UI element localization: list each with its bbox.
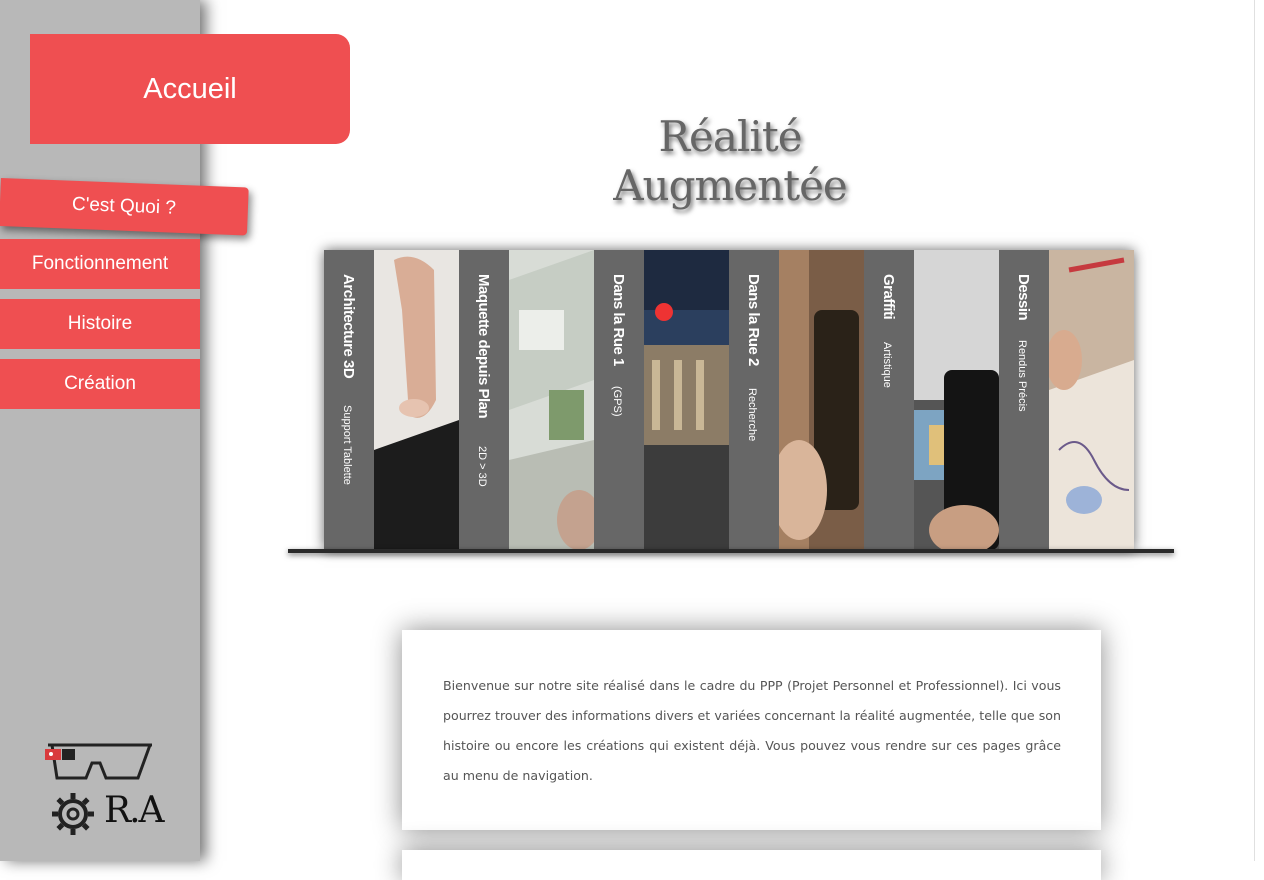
carousel-shelf	[288, 549, 1174, 553]
slide-title: Dessin	[1015, 274, 1032, 321]
slide-maquette-depuis-plan[interactable]: Maquette depuis Plan 2D > 3D	[459, 250, 594, 550]
slide-title: Dans la Rue 1	[610, 274, 627, 366]
carousel: Architecture 3D Support Tablette Maquett…	[324, 250, 1134, 550]
slide-title: Architecture 3D	[340, 274, 357, 379]
nav-fonctionnement[interactable]: Fonctionnement	[0, 239, 200, 289]
slide-graffiti[interactable]: Graffiti Artistique	[864, 250, 999, 550]
slide-image	[779, 250, 864, 550]
nav-cest-quoi[interactable]: C'est Quoi ?	[0, 178, 249, 236]
slide-label: Maquette depuis Plan 2D > 3D	[459, 250, 509, 550]
slide-dessin[interactable]: Dessin Rendus Précis	[999, 250, 1134, 550]
slide-title: Maquette depuis Plan	[475, 274, 492, 419]
slide-image	[644, 250, 729, 550]
slide-subtitle: Rendus Précis	[1016, 340, 1028, 412]
slide-title: Dans la Rue 2	[745, 274, 762, 366]
next-panel	[402, 850, 1101, 880]
slide-subtitle: Support Tablette	[341, 405, 353, 485]
intro-text: Bienvenue sur notre site réalisé dans le…	[443, 678, 1061, 783]
slide-image	[914, 250, 999, 550]
page-edge-line	[1254, 0, 1255, 861]
slide-subtitle: (GPS)	[611, 386, 623, 417]
slide-subtitle: Recherche	[746, 388, 758, 442]
nav-creation[interactable]: Création	[0, 359, 200, 409]
glasses-icon	[45, 743, 152, 780]
slide-label: Architecture 3D Support Tablette	[324, 250, 374, 550]
slide-label: Dans la Rue 1 (GPS)	[594, 250, 644, 550]
slide-image	[1049, 250, 1134, 550]
nav-accueil[interactable]: Accueil	[30, 34, 350, 144]
nav-histoire[interactable]: Histoire	[0, 299, 200, 349]
slide-title: Graffiti	[880, 274, 897, 320]
slide-label: Dans la Rue 2 Recherche	[729, 250, 779, 550]
intro-panel: Bienvenue sur notre site réalisé dans le…	[402, 630, 1101, 830]
slide-subtitle: Artistique	[881, 342, 893, 388]
logo-text: R.A	[104, 790, 165, 831]
slide-image	[509, 250, 594, 550]
page-title: Réalité Augmentée	[613, 112, 848, 210]
slide-label: Dessin Rendus Précis	[999, 250, 1049, 550]
sidebar: Accueil C'est Quoi ? Fonctionnement Hist…	[0, 0, 350, 861]
slide-label: Graffiti Artistique	[864, 250, 914, 550]
slide-dans-la-rue-1[interactable]: Dans la Rue 1 (GPS)	[594, 250, 729, 550]
slide-image	[374, 250, 459, 550]
slide-architecture-3d[interactable]: Architecture 3D Support Tablette	[324, 250, 459, 550]
slide-subtitle: 2D > 3D	[476, 446, 488, 487]
slide-dans-la-rue-2[interactable]: Dans la Rue 2 Recherche	[729, 250, 864, 550]
gear-icon	[52, 793, 94, 835]
